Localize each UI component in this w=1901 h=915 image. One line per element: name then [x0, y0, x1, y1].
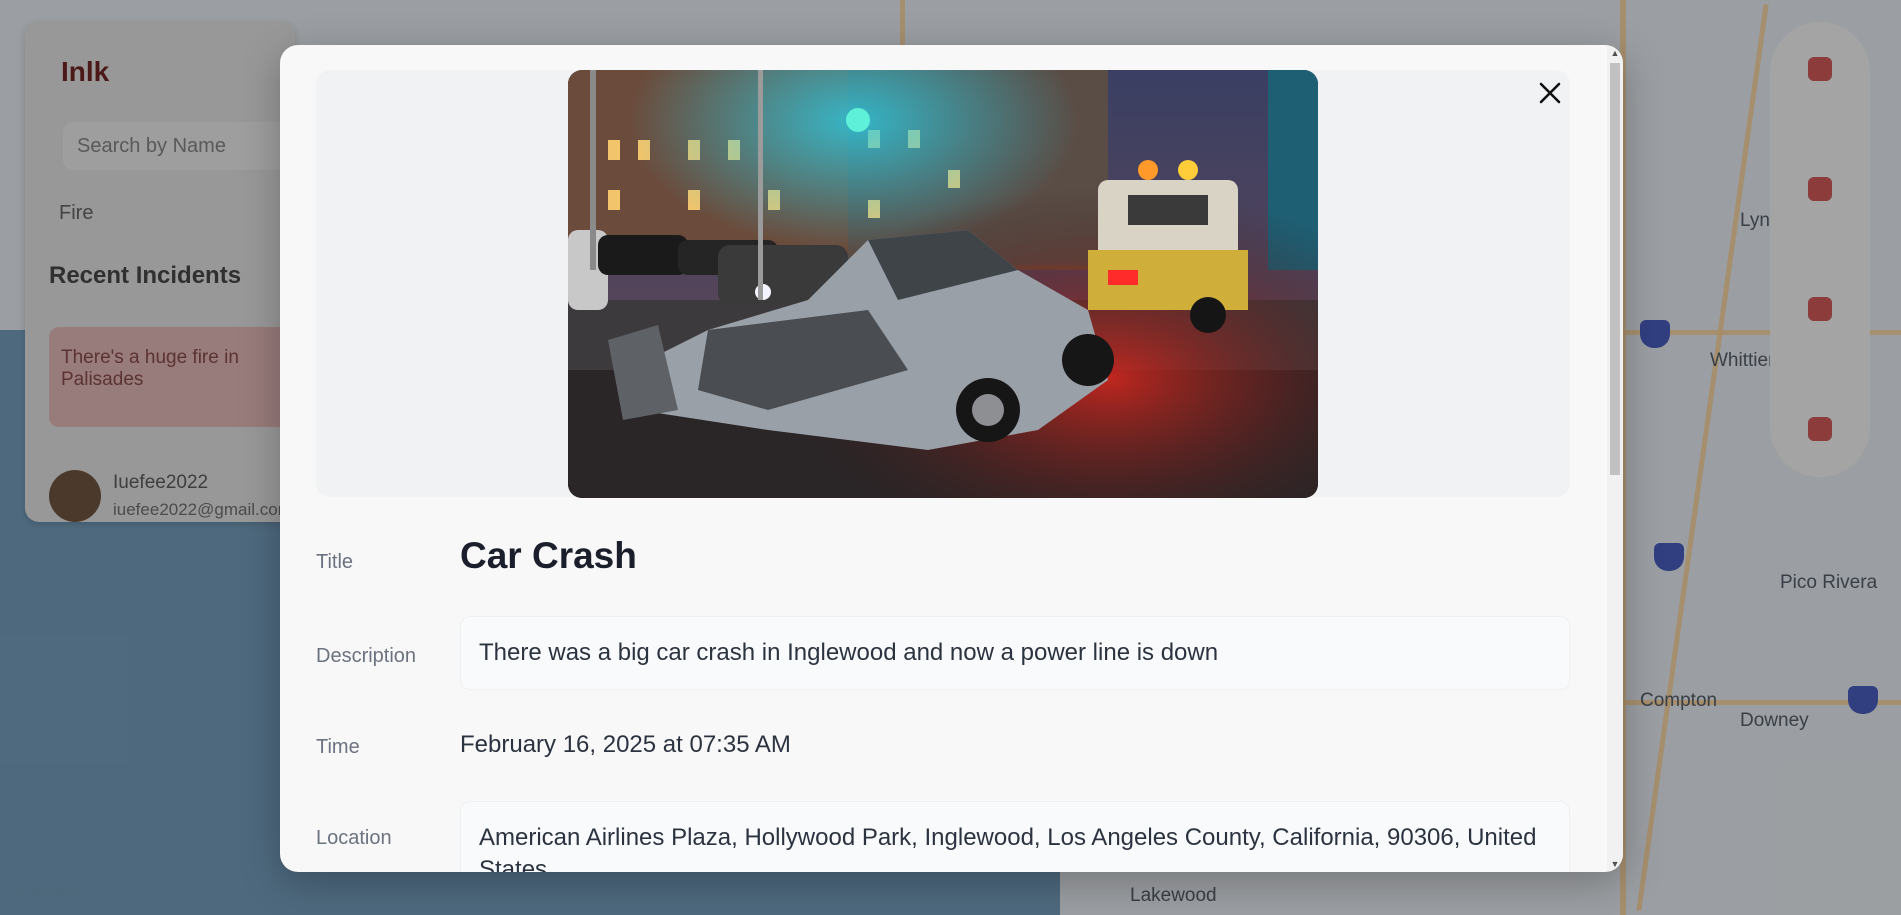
modal-scrollbar[interactable]: ▲ ▼ — [1607, 45, 1623, 872]
incident-photo — [568, 70, 1318, 498]
description-label: Description — [316, 645, 417, 667]
location-field: American Airlines Plaza, Hollywood Park,… — [460, 801, 1570, 872]
incident-title: Car Crash — [460, 535, 637, 576]
location-label: Location — [316, 827, 392, 849]
close-button[interactable] — [1532, 78, 1568, 114]
scrollbar-thumb[interactable] — [1610, 63, 1620, 475]
description-field: There was a big car crash in Inglewood a… — [460, 616, 1570, 690]
incident-detail-modal: Title Car Crash Description There was a … — [280, 45, 1623, 872]
scroll-up-arrow-icon[interactable]: ▲ — [1607, 45, 1623, 61]
title-label: Title — [316, 551, 354, 573]
time-label: Time — [316, 736, 360, 758]
incident-time: February 16, 2025 at 07:35 AM — [460, 731, 791, 758]
scroll-down-arrow-icon[interactable]: ▼ — [1607, 856, 1623, 872]
close-icon — [1539, 82, 1561, 104]
